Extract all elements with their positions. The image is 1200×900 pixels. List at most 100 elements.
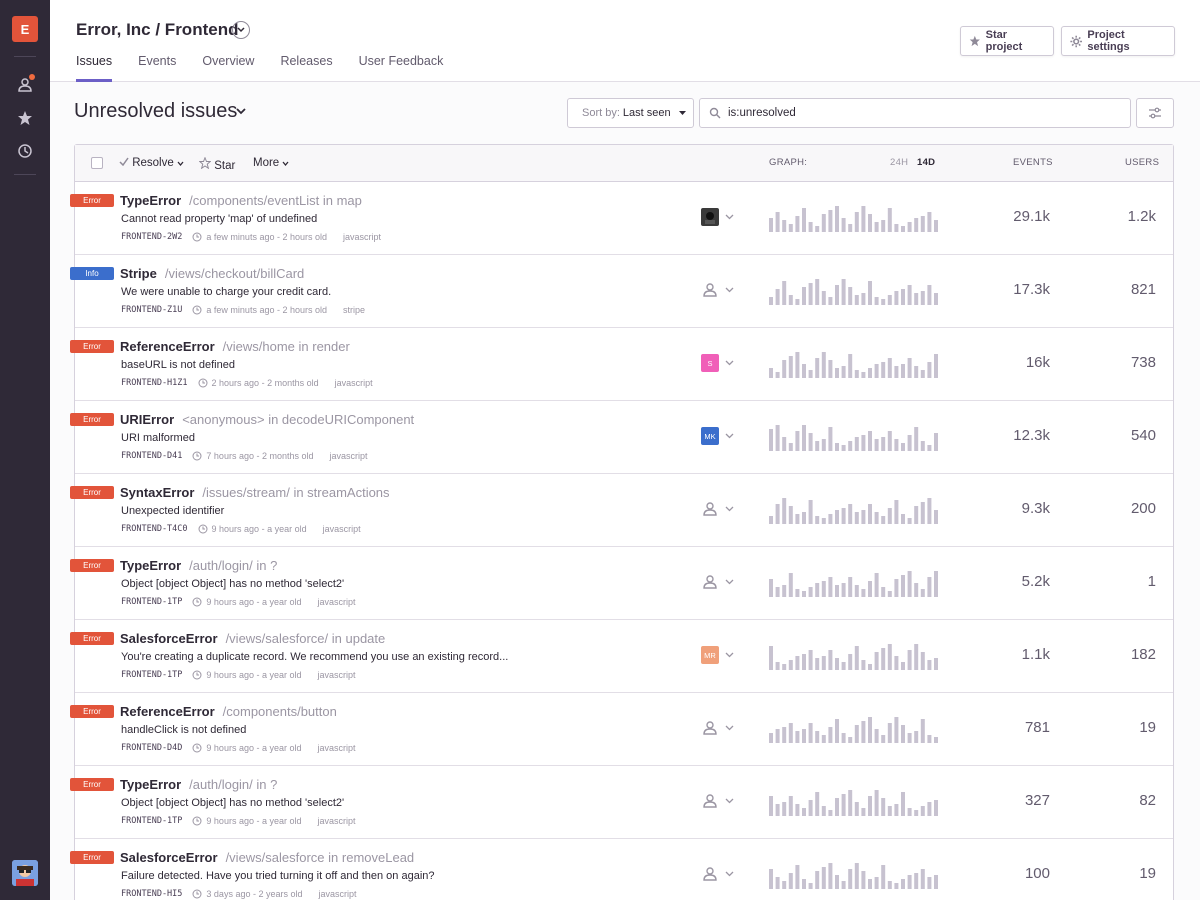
issue-row[interactable]: Error URIError <anonymous> in decodeURICo… xyxy=(70,401,1173,474)
sparkline-bar xyxy=(920,216,925,232)
sparkline-bar xyxy=(828,297,833,305)
page-title[interactable]: Unresolved issues xyxy=(74,100,237,123)
assignee-selector[interactable] xyxy=(701,719,719,737)
platform-tag: javascript xyxy=(317,670,356,680)
issue-row[interactable]: Error ReferenceError/components/button h… xyxy=(70,693,1173,766)
issue-row[interactable]: Error SalesforceError/views/salesforce i… xyxy=(70,839,1173,900)
chevron-down-icon[interactable] xyxy=(725,506,734,512)
org-avatar[interactable]: E xyxy=(12,16,38,42)
sparkline-bar xyxy=(769,579,773,597)
short-id[interactable]: FRONTEND-1TP xyxy=(121,597,182,607)
chevron-down-icon[interactable] xyxy=(725,287,734,293)
user-icon[interactable] xyxy=(14,74,36,96)
sparkline-bar xyxy=(861,435,866,451)
assignee-selector[interactable] xyxy=(701,500,719,518)
issue-title[interactable]: SalesforceError/views/salesforce/ in upd… xyxy=(120,631,385,646)
short-id[interactable]: FRONTEND-Z1U xyxy=(121,305,182,315)
assignee-selector[interactable]: MK xyxy=(701,427,719,445)
issue-row[interactable]: Error TypeError/auth/login/ in ? Object … xyxy=(70,547,1173,620)
error-type: TypeError xyxy=(120,777,182,792)
issue-row[interactable]: Error TypeError/components/eventList in … xyxy=(70,182,1173,255)
chevron-down-icon[interactable] xyxy=(725,579,734,585)
tab-releases[interactable]: Releases xyxy=(280,54,332,82)
assignee-selector[interactable] xyxy=(701,573,719,591)
short-id[interactable]: FRONTEND-T4C0 xyxy=(121,524,188,534)
issue-title[interactable]: TypeError/components/eventList in map xyxy=(120,193,362,208)
select-all-checkbox[interactable] xyxy=(91,157,103,169)
star-button[interactable]: Star xyxy=(198,156,235,172)
assignee-selector[interactable] xyxy=(701,281,719,299)
issue-title[interactable]: TypeError/auth/login/ in ? xyxy=(120,777,277,792)
short-id[interactable]: FRONTEND-D4D xyxy=(121,743,182,753)
issue-row[interactable]: Error TypeError/auth/login/ in ? Object … xyxy=(70,766,1173,839)
range-24h-toggle[interactable]: 24H xyxy=(890,157,908,168)
issue-row[interactable]: Error SyntaxError/issues/stream/ in stre… xyxy=(70,474,1173,547)
sparkline-bar xyxy=(934,293,938,305)
sparkline-bar xyxy=(920,806,925,816)
project-title[interactable]: Error, Inc / Frontend xyxy=(76,20,238,40)
short-id[interactable]: FRONTEND-2W2 xyxy=(121,232,182,242)
assignee-selector[interactable] xyxy=(701,865,719,883)
short-id[interactable]: FRONTEND-1TP xyxy=(121,670,182,680)
sort-prefix: Sort by: xyxy=(582,107,620,119)
assignee-selector[interactable]: MR xyxy=(701,646,719,664)
assignee-selector[interactable]: S xyxy=(701,354,719,372)
star-project-button[interactable]: Star project xyxy=(960,26,1054,56)
sparkline-bar xyxy=(802,591,806,597)
project-settings-button[interactable]: Project settings xyxy=(1061,26,1175,56)
chevron-down-icon[interactable] xyxy=(725,871,734,877)
chevron-down-icon[interactable] xyxy=(725,798,734,804)
chevron-down-icon[interactable] xyxy=(725,725,734,731)
activity-icon[interactable] xyxy=(14,140,36,162)
issue-title[interactable]: Stripe/views/checkout/billCard xyxy=(120,266,304,281)
sparkline-bar xyxy=(927,498,932,524)
issue-title[interactable]: ReferenceError/components/button xyxy=(120,704,337,719)
issue-row[interactable]: Info Stripe/views/checkout/billCard We w… xyxy=(70,255,1173,328)
sparkline-bar xyxy=(815,516,820,524)
issue-row[interactable]: Error ReferenceError/views/home in rende… xyxy=(70,328,1173,401)
issue-title[interactable]: URIError <anonymous> in decodeURIComponen… xyxy=(120,412,414,427)
project-switcher[interactable] xyxy=(232,21,250,39)
tab-issues[interactable]: Issues xyxy=(76,54,113,82)
users-count: 19 xyxy=(1139,865,1156,882)
short-id[interactable]: FRONTEND-H1Z1 xyxy=(121,378,188,388)
sparkline-bar xyxy=(821,352,826,378)
issue-title[interactable]: TypeError/auth/login/ in ? xyxy=(120,558,277,573)
assignee-selector[interactable] xyxy=(701,208,719,226)
level-badge: Info xyxy=(70,267,114,280)
sort-dropdown[interactable]: Sort by: Last seen xyxy=(567,98,694,128)
sparkline-bar xyxy=(802,808,806,816)
tab-events[interactable]: Events xyxy=(138,54,176,82)
clock-icon xyxy=(192,451,202,461)
chevron-down-icon[interactable] xyxy=(725,214,734,220)
tab-overview[interactable]: Overview xyxy=(202,54,254,82)
short-id[interactable]: FRONTEND-1TP xyxy=(121,816,182,826)
search-input[interactable]: is:unresolved xyxy=(699,98,1131,128)
assignee-selector[interactable] xyxy=(701,792,719,810)
chevron-down-icon[interactable] xyxy=(236,108,246,115)
short-id[interactable]: FRONTEND-HI5 xyxy=(121,889,182,899)
issue-title[interactable]: SalesforceError/views/salesforce in remo… xyxy=(120,850,414,865)
star-icon[interactable] xyxy=(14,107,36,129)
chevron-down-icon[interactable] xyxy=(725,433,734,439)
more-button[interactable]: More xyxy=(253,157,289,169)
filter-settings-button[interactable] xyxy=(1136,98,1174,128)
user-avatar[interactable] xyxy=(12,860,38,886)
culprit-path: <anonymous> in decodeURIComponent xyxy=(182,412,415,427)
sparkline-bar xyxy=(927,877,932,889)
resolve-button[interactable]: Resolve xyxy=(119,157,184,169)
short-id[interactable]: FRONTEND-D41 xyxy=(121,451,182,461)
error-type: ReferenceError xyxy=(120,704,215,719)
sparkline-bar xyxy=(934,875,938,889)
chevron-down-icon[interactable] xyxy=(725,652,734,658)
issue-title[interactable]: ReferenceError/views/home in render xyxy=(120,339,350,354)
tab-user-feedback[interactable]: User Feedback xyxy=(359,54,444,82)
chevron-down-icon[interactable] xyxy=(725,360,734,366)
sparkline-bar xyxy=(828,210,833,232)
sparkline-bar xyxy=(775,212,780,232)
range-14d-toggle[interactable]: 14D xyxy=(917,157,935,168)
issue-row[interactable]: Error SalesforceError/views/salesforce/ … xyxy=(70,620,1173,693)
issue-title[interactable]: SyntaxError/issues/stream/ in streamActi… xyxy=(120,485,390,500)
sparkline-bar xyxy=(828,650,833,670)
sparkline-bar xyxy=(894,883,899,889)
